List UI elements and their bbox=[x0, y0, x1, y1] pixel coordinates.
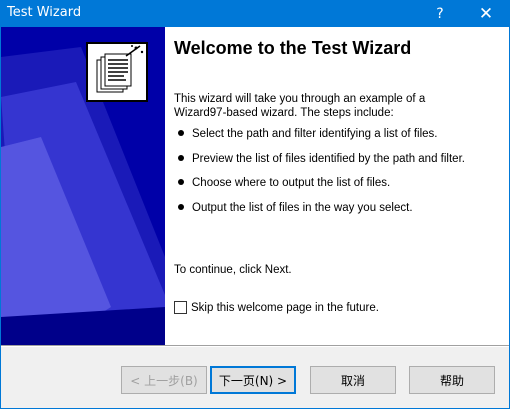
page-title: Welcome to the Test Wizard bbox=[174, 38, 412, 58]
help-button[interactable]: 帮助 bbox=[409, 366, 495, 394]
back-button[interactable]: < 上一步(B) bbox=[121, 366, 207, 394]
step-text: Select the path and filter identifying a… bbox=[192, 128, 438, 140]
list-item: Output the list of files in the way you … bbox=[178, 202, 413, 214]
bullet-icon bbox=[178, 129, 184, 136]
step-text: Choose where to output the list of files… bbox=[192, 177, 391, 189]
help-icon[interactable]: ? bbox=[418, 0, 462, 27]
step-text: Output the list of files in the way you … bbox=[192, 202, 413, 214]
step-text: Preview the list of files identified by … bbox=[192, 153, 465, 165]
bullet-icon bbox=[178, 203, 184, 210]
intro-text: This wizard will take you through an exa… bbox=[174, 93, 426, 119]
list-item: Preview the list of files identified by … bbox=[178, 153, 465, 165]
next-button[interactable]: 下一页(N) > bbox=[210, 366, 296, 394]
skip-welcome-option[interactable]: Skip this welcome page in the future. bbox=[174, 301, 379, 314]
continue-text: To continue, click Next. bbox=[174, 264, 292, 276]
skip-welcome-label[interactable]: Skip this welcome page in the future. bbox=[191, 302, 379, 314]
bullet-icon bbox=[178, 154, 184, 161]
wizard-logo bbox=[86, 42, 148, 102]
cancel-button[interactable]: 取消 bbox=[310, 366, 396, 394]
list-item: Choose where to output the list of files… bbox=[178, 177, 390, 189]
window-title: Test Wizard bbox=[7, 5, 82, 20]
close-icon[interactable]: ✕ bbox=[464, 0, 508, 27]
list-item: Select the path and filter identifying a… bbox=[178, 128, 437, 140]
skip-welcome-checkbox[interactable] bbox=[174, 301, 187, 314]
documents-icon bbox=[96, 45, 144, 93]
bullet-icon bbox=[178, 178, 184, 185]
title-bar[interactable]: Test Wizard ? ✕ bbox=[0, 0, 510, 27]
